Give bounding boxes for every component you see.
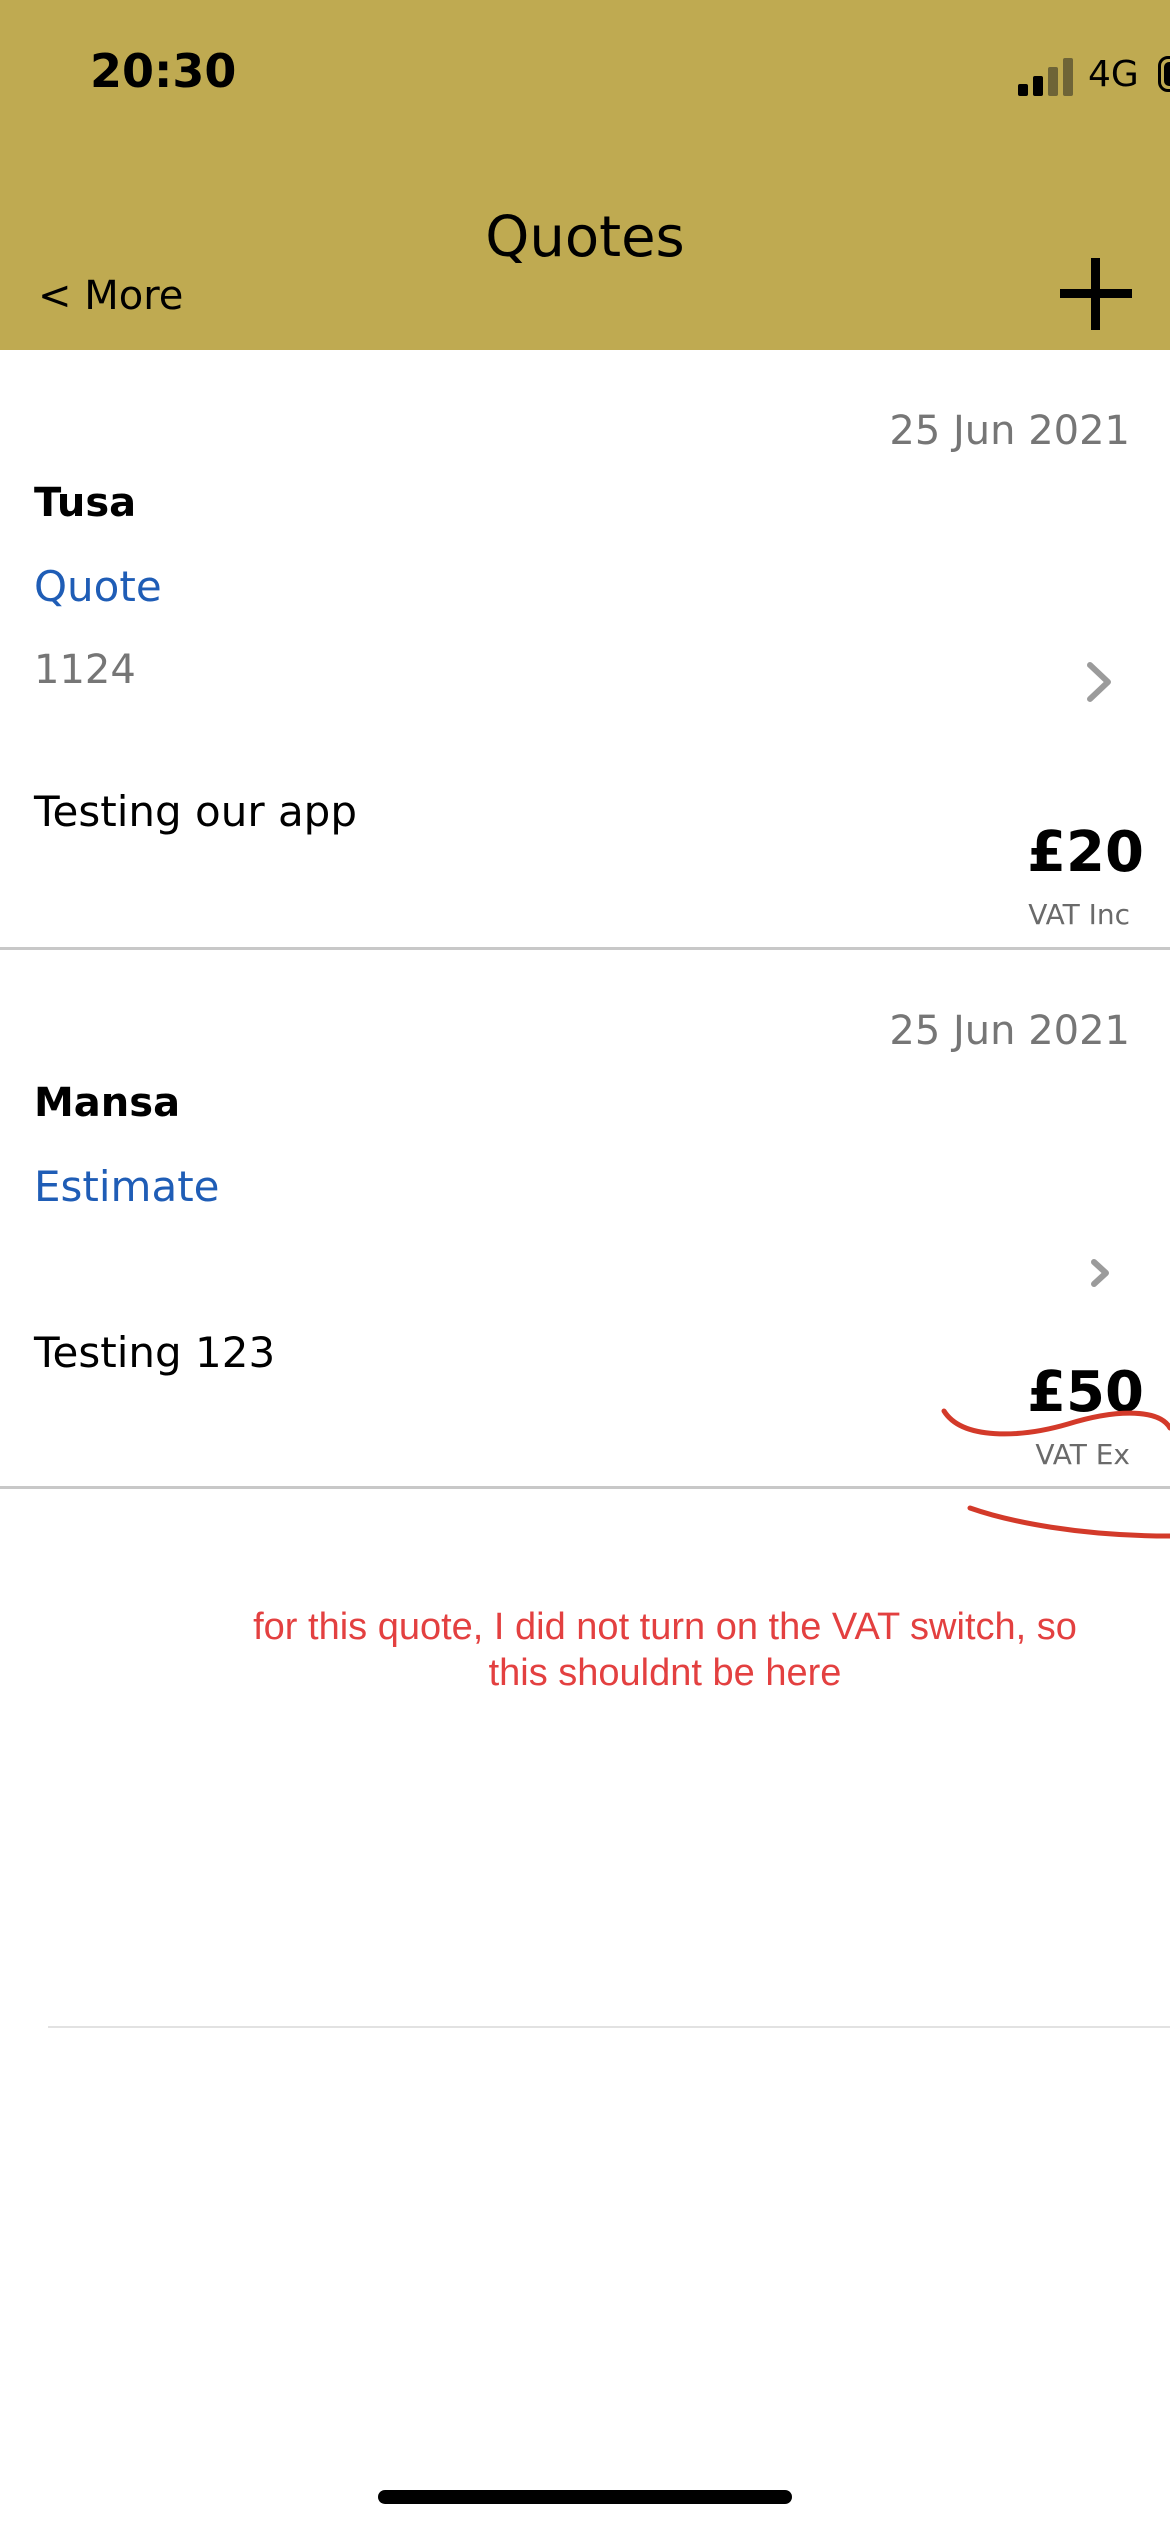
list-divider: [48, 2026, 1170, 2028]
nav-header: 20:30 4G Quotes < More: [0, 0, 1170, 350]
list-divider: [0, 1486, 1170, 1489]
document-number: 1124: [34, 647, 136, 693]
annotation-line: for this quote, I did not turn on the VA…: [253, 1606, 1077, 1648]
client-name: Tusa: [34, 480, 137, 526]
network-type-label: 4G: [1088, 54, 1139, 95]
client-name: Mansa: [34, 1080, 181, 1126]
quote-list-item[interactable]: 25 Jun 2021 Tusa Quote 1124 Testing our …: [0, 350, 1170, 950]
page-title: Quotes: [485, 205, 685, 270]
annotation-note: for this quote, I did not turn on the VA…: [200, 1604, 1130, 1696]
quote-list-item[interactable]: 25 Jun 2021 Mansa Estimate Testing 123 £…: [0, 950, 1170, 1488]
battery-icon: [1158, 56, 1170, 92]
vat-label: VAT Ex: [1035, 1438, 1130, 1471]
document-type: Estimate: [34, 1162, 220, 1211]
quote-date: 25 Jun 2021: [889, 408, 1130, 454]
annotation-line: this shouldnt be here: [488, 1652, 842, 1694]
quote-date: 25 Jun 2021: [889, 1008, 1130, 1054]
vat-label: VAT Inc: [1028, 898, 1130, 931]
status-time: 20:30: [90, 44, 237, 98]
document-type: Quote: [34, 562, 162, 611]
quotes-screen: 20:30 4G Quotes < More 25 Jun 2021 Tusa …: [0, 0, 1170, 2532]
chevron-right-icon: [1087, 662, 1111, 702]
cellular-signal-icon: [1018, 56, 1074, 96]
back-button[interactable]: < More: [38, 273, 183, 319]
add-quote-button[interactable]: [1060, 258, 1132, 330]
chevron-right-icon: [1091, 1259, 1109, 1287]
quote-description: Testing 123: [34, 1328, 276, 1377]
home-indicator[interactable]: [378, 2490, 792, 2504]
quote-amount: £50: [1027, 1360, 1144, 1425]
quote-description: Testing our app: [34, 787, 357, 836]
quote-amount: £20: [1027, 820, 1144, 885]
